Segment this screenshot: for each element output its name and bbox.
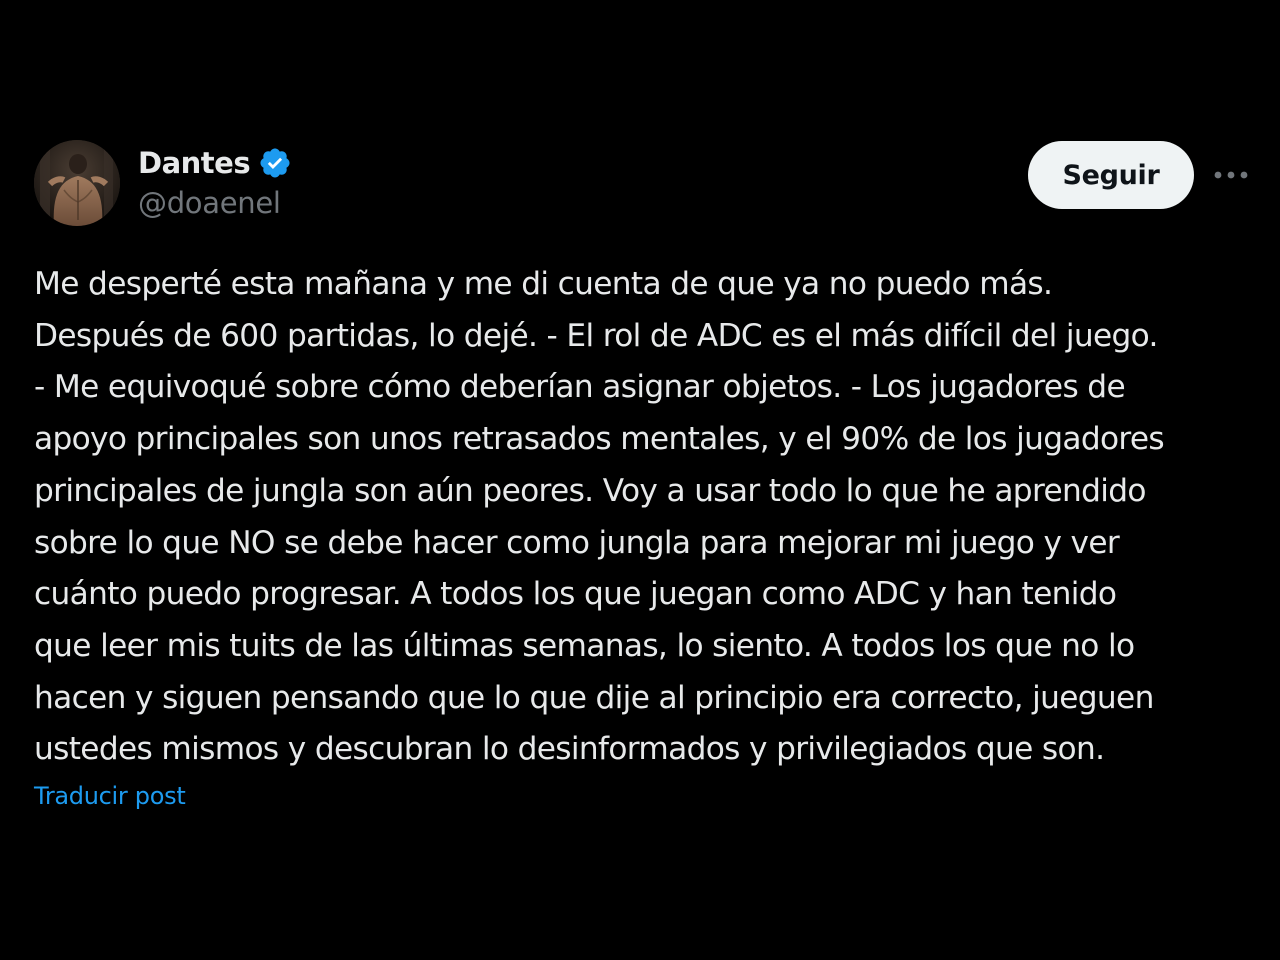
follow-button[interactable]: Seguir	[1028, 141, 1194, 209]
tweet-text-line: principales de jungla son aún peores. Vo…	[34, 472, 1146, 509]
translate-post-link[interactable]: Traducir post	[34, 782, 186, 810]
author-handle[interactable]: @doaenel	[138, 186, 292, 220]
tweet-text-line: hacen y siguen pensando que lo que dije …	[34, 679, 1154, 716]
tweet-card: Dantes @doaenel Seguir Me desperté esta …	[0, 0, 1280, 960]
tweet-text-line: Me desperté esta mañana y me di cuenta d…	[34, 266, 1053, 302]
ellipsis-horizontal-icon	[1214, 171, 1248, 179]
avatar[interactable]	[34, 140, 120, 226]
avatar-image	[34, 140, 120, 226]
author-display-name[interactable]: Dantes	[138, 146, 251, 180]
verified-badge-icon	[258, 146, 292, 180]
more-options-button[interactable]	[1208, 154, 1254, 196]
tweet-text-line: apoyo principales son unos retrasados me…	[34, 421, 1165, 458]
tweet-text-line: cuánto puedo progresar. A todos los que …	[34, 576, 1117, 613]
author-name-row: Dantes	[138, 142, 292, 184]
author-info[interactable]: Dantes @doaenel	[138, 142, 292, 220]
tweet-text-line: que leer mis tuits de las últimas semana…	[34, 627, 1135, 664]
tweet-text-line: Después de 600 partidas, lo dejé. - El r…	[34, 317, 1158, 354]
tweet-text-line: ustedes mismos y descubran lo desinforma…	[34, 731, 1105, 768]
tweet-text-line: - Me equivoqué sobre cómo deberían asign…	[34, 369, 1126, 406]
tweet-text-line: sobre lo que NO se debe hacer como jungl…	[34, 524, 1120, 561]
tweet-body: Me desperté esta mañana y me di cuenta d…	[34, 259, 1254, 776]
